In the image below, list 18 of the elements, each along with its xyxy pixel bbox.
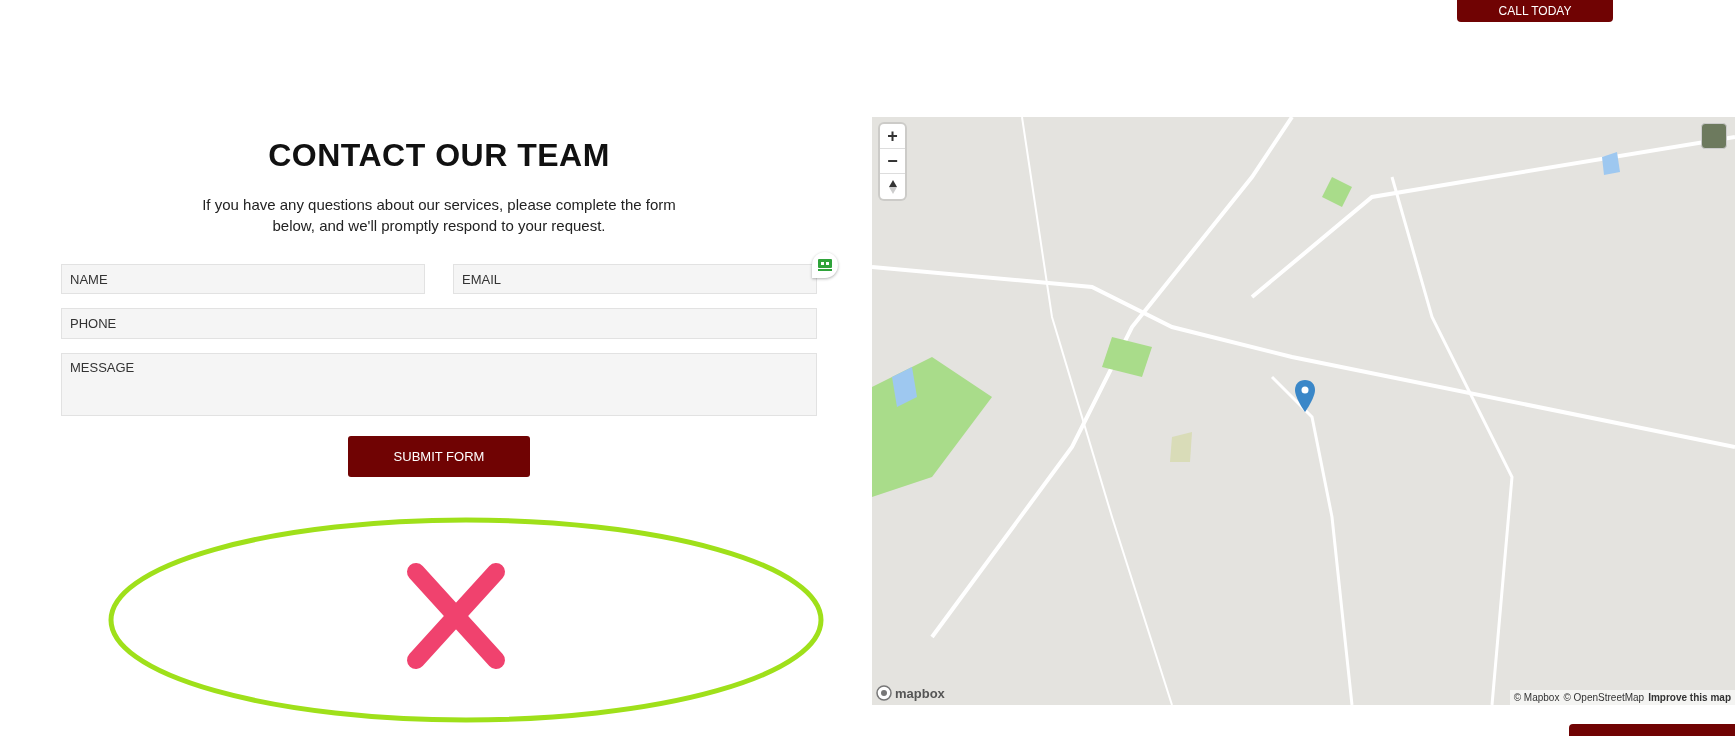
submit-button[interactable]: SUBMIT FORM — [348, 436, 530, 477]
input-field[interactable]: EMAIL — [453, 264, 817, 294]
attribution-link[interactable]: © Mapbox — [1513, 692, 1560, 703]
attribution-link[interactable]: © OpenStreetMap — [1563, 692, 1645, 703]
compass-icon — [888, 179, 897, 194]
input-field[interactable]: NAME — [61, 264, 425, 294]
zoom-out-button[interactable]: − — [880, 149, 905, 174]
form-helper-icon[interactable] — [812, 252, 838, 278]
intro-text: If you have any questions about our services, please complete the form below, and we'll promptly respond to your request. — [201, 195, 677, 236]
section-title: CONTACT OUR TEAM — [268, 137, 610, 174]
zoom-in-button[interactable]: + — [880, 124, 905, 149]
improve-map-link[interactable]: Improve this map — [1648, 692, 1731, 703]
map-pin-icon — [1295, 380, 1315, 412]
satellite-toggle[interactable] — [1701, 123, 1727, 149]
mapbox-logo[interactable]: mapbox — [876, 685, 945, 701]
input-field[interactable]: PHONE — [61, 308, 817, 339]
call-today-button[interactable]: CALL TODAY — [1457, 0, 1613, 22]
message-field[interactable]: MESSAGE — [61, 353, 817, 416]
